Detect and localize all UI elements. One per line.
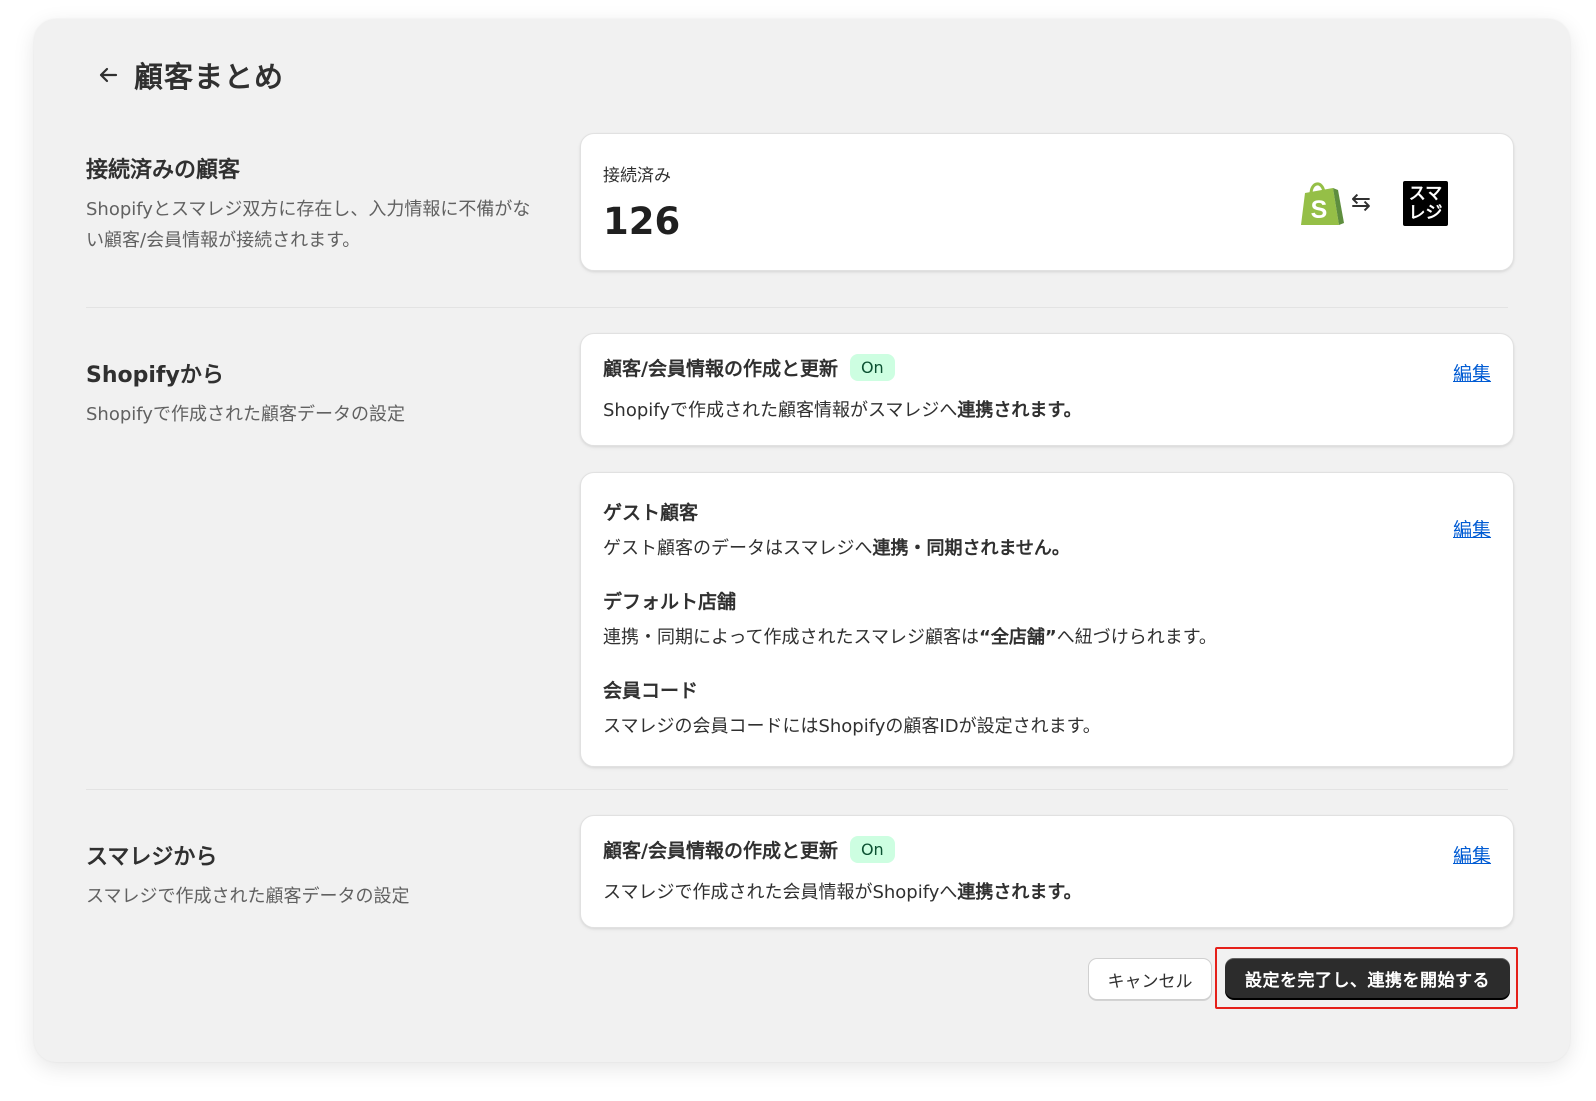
card-heading-row: 顧客/会員情報の作成と更新 On [603, 354, 895, 381]
member-code-description: スマレジの会員コードにはShopifyの顧客IDが設定されます。 [603, 716, 1101, 737]
shopify-logo-icon: S [1301, 182, 1344, 225]
card-heading: 顧客/会員情報の作成と更新 [603, 358, 838, 380]
connected-section-title: 接続済みの顧客 [86, 158, 241, 183]
shopify-guest-settings-card: 編集 ゲスト顧客 ゲスト顧客のデータはスマレジへ連携・同期されません。 デフォル… [580, 472, 1514, 767]
edit-link[interactable]: 編集 [1453, 841, 1491, 868]
default-store-description: 連携・同期によって作成されたスマレジ顧客は“全店舗”へ紐づけられます。 [603, 623, 1217, 649]
smaregi-customer-sync-card: 顧客/会員情報の作成と更新 On スマレジで作成された会員情報がShopifyへ… [580, 815, 1514, 928]
card-description-text: Shopifyで作成された顧客情報がスマレジへ [603, 400, 958, 421]
shopify-customer-sync-card: 顧客/会員情報の作成と更新 On Shopifyで作成された顧客情報がスマレジへ… [580, 333, 1514, 446]
guest-customer-text: ゲスト顧客のデータはスマレジへ [603, 538, 873, 559]
guest-customer-description: ゲスト顧客のデータはスマレジへ連携・同期されません。 [603, 534, 1070, 560]
section-divider [86, 307, 1508, 308]
card-description-text: スマレジで作成された会員情報がShopifyへ [603, 882, 958, 903]
card-description-emphasis: 連携されます。 [957, 882, 1082, 903]
card-description: スマレジで作成された会員情報がShopifyへ連携されます。 [603, 878, 1082, 904]
from-smaregi-section-description: スマレジで作成された顧客データの設定 [86, 886, 410, 907]
sync-arrows-icon: ⇆ [1351, 188, 1372, 216]
from-shopify-section-description: Shopifyで作成された顧客データの設定 [86, 404, 405, 425]
default-store-emphasis: “全店舗” [979, 627, 1057, 648]
from-smaregi-section-title: スマレジから [86, 845, 218, 870]
member-code-heading: 会員コード [603, 680, 699, 702]
connected-section-description: Shopifyとスマレジ双方に存在し、入力情報に不備がない顧客/会員情報が接続さ… [86, 199, 531, 251]
section-divider [86, 789, 1508, 790]
status-badge: On [849, 354, 895, 381]
status-badge: On [849, 836, 895, 863]
card-heading: 顧客/会員情報の作成と更新 [603, 840, 838, 862]
smaregi-logo-icon: スマ レジ [1403, 181, 1448, 226]
card-description: Shopifyで作成された顧客情報がスマレジへ連携されます。 [603, 396, 1082, 422]
highlight-annotation [1215, 947, 1518, 1009]
smaregi-logo-line2: レジ [1408, 202, 1443, 223]
smaregi-logo-line1: スマ [1408, 183, 1443, 204]
default-store-text: 連携・同期によって作成されたスマレジ顧客は [603, 627, 980, 648]
shopify-logo-letter: S [1311, 196, 1328, 224]
connected-count-card: 接続済み 126 S ⇆ スマ レジ [580, 133, 1514, 271]
guest-customer-emphasis: 連携・同期されません。 [872, 538, 1070, 559]
connected-count: 126 [603, 200, 681, 243]
default-store-text-tail: へ紐づけられます。 [1056, 627, 1217, 648]
page-title: 顧客まとめ [134, 60, 285, 94]
default-store-heading: デフォルト店舗 [603, 591, 737, 613]
from-shopify-section-title: Shopifyから [86, 363, 224, 388]
card-heading-row: 顧客/会員情報の作成と更新 On [603, 836, 895, 863]
page-header: 顧客まとめ [96, 55, 284, 95]
guest-customer-heading: ゲスト顧客 [603, 502, 699, 524]
connected-label: 接続済み [603, 166, 671, 186]
edit-link[interactable]: 編集 [1453, 515, 1491, 542]
card-description-emphasis: 連携されます。 [957, 400, 1082, 421]
cancel-button[interactable]: キャンセル [1088, 958, 1212, 1000]
edit-link[interactable]: 編集 [1453, 359, 1491, 386]
back-arrow-icon[interactable] [96, 63, 120, 87]
